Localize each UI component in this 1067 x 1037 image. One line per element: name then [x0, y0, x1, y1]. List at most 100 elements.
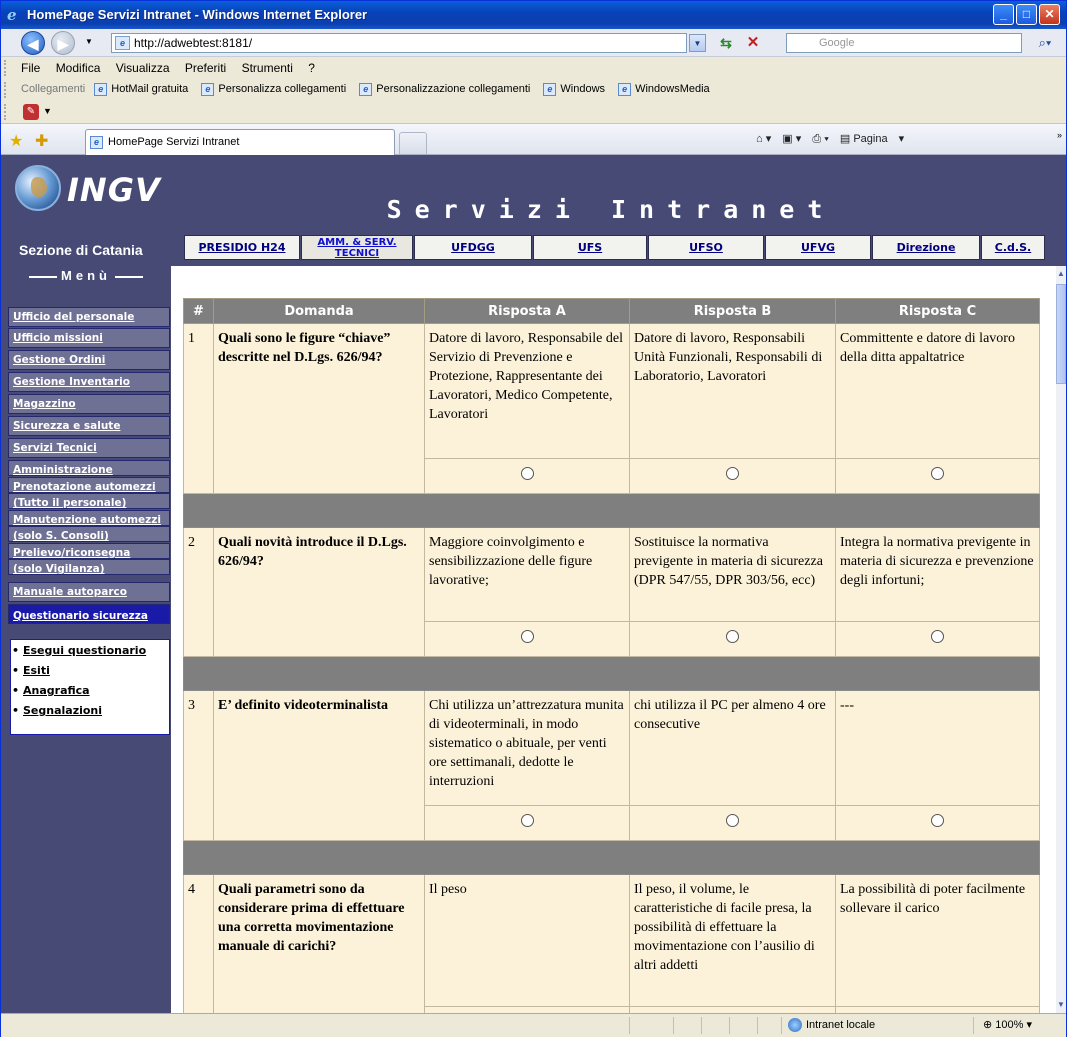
nav-amm-serv[interactable]: AMM. & SERV. TECNICI	[301, 235, 413, 260]
submenu-anagrafica[interactable]: Anagrafica	[12, 684, 90, 697]
radio-a[interactable]	[520, 813, 534, 827]
sidebar-item-missioni[interactable]: Ufficio missioni	[8, 328, 170, 348]
addon-icon[interactable]: ✎	[23, 104, 39, 120]
browser-window: e HomePage Servizi Intranet - Windows In…	[0, 0, 1067, 1037]
radio-cell-a[interactable]	[424, 805, 630, 841]
chevron-more-icon[interactable]: »	[1057, 130, 1062, 140]
nav-cds[interactable]: C.d.S.	[981, 235, 1045, 260]
menu-strumenti[interactable]: Strumenti	[242, 61, 293, 75]
radio-c[interactable]	[931, 466, 944, 480]
title-bar[interactable]: e HomePage Servizi Intranet - Windows In…	[1, 1, 1066, 29]
sidebar-item-prenotazione[interactable]: Prenotazione automezzi	[8, 477, 170, 493]
security-zone[interactable]: Intranet locale	[788, 1018, 875, 1032]
menu-preferiti[interactable]: Preferiti	[185, 61, 226, 75]
print-icon[interactable]: ⎙ ▾	[812, 133, 828, 145]
radio-c[interactable]	[931, 813, 944, 827]
sidebar-item-amministrazione[interactable]: Amministrazione	[8, 460, 170, 476]
link-windows[interactable]: e Windows	[543, 83, 605, 96]
answer-a: Il peso	[424, 874, 630, 1007]
links-bar: Collegamenti e HotMail gratuita e Personal…	[1, 79, 1066, 101]
maximize-button[interactable]: □	[1016, 4, 1037, 25]
address-input[interactable]: e http://adwebtest:8181/	[111, 33, 687, 53]
link-personalizza[interactable]: e Personalizza collegamenti	[201, 83, 346, 96]
question-row: 3 E’ definito videoterminalista Chi util…	[183, 690, 1040, 841]
feeds-icon[interactable]: ▣ ▾	[782, 133, 801, 145]
addon-dropdown-icon[interactable]: ▼	[43, 106, 52, 116]
history-dropdown-icon[interactable]: ▼	[85, 37, 93, 46]
ie-page-icon: e	[201, 83, 215, 96]
close-button[interactable]: ✕	[1039, 4, 1060, 25]
sidebar-item-manutenzione-note[interactable]: (solo S. Consoli)	[8, 526, 170, 542]
radio-a[interactable]	[520, 466, 534, 480]
toolbar-grip[interactable]	[4, 82, 7, 98]
zoom-level[interactable]: ⊕ 100% ▾	[983, 1018, 1032, 1031]
refresh-icon[interactable]: ⇆	[714, 33, 738, 53]
answer-b: Il peso, il volume, le caratteristiche d…	[629, 874, 836, 1007]
nav-direzione[interactable]: Direzione	[872, 235, 980, 260]
link-personalizzazione[interactable]: e Personalizzazione collegamenti	[359, 83, 530, 96]
menu-modifica[interactable]: Modifica	[56, 61, 101, 75]
vertical-scrollbar[interactable]: ▲ ▼	[1056, 266, 1066, 1013]
sidebar-item-questionario[interactable]: Questionario sicurezza	[8, 604, 170, 624]
menu-bar: File Modifica Visualizza Preferiti Strum…	[1, 57, 1066, 79]
scroll-thumb[interactable]	[1056, 284, 1066, 384]
answer-b: Sostituisce la normativa previgente in m…	[629, 527, 836, 622]
scroll-down-icon[interactable]: ▼	[1056, 997, 1066, 1013]
sidebar-item-servizi-tecnici[interactable]: Servizi Tecnici	[8, 438, 170, 458]
sidebar-item-prelievo-note[interactable]: (solo Vigilanza)	[8, 559, 170, 575]
nav-ufs[interactable]: UFS	[533, 235, 647, 260]
sidebar-item-autoparco[interactable]: Manuale autoparco	[8, 582, 170, 602]
add-favorite-icon[interactable]: ✚	[35, 131, 48, 151]
sidebar-item-inventario[interactable]: Gestione Inventario	[8, 372, 170, 392]
question-number: 4	[183, 874, 214, 1013]
link-windowsmedia[interactable]: e WindowsMedia	[618, 83, 710, 96]
nav-presidio[interactable]: PRESIDIO H24	[184, 235, 300, 260]
radio-cell-b[interactable]	[629, 458, 836, 494]
new-tab-button[interactable]	[399, 132, 427, 154]
submenu-segnalazioni[interactable]: Segnalazioni	[12, 704, 102, 717]
radio-c[interactable]	[931, 629, 944, 643]
forward-button[interactable]: ▶	[51, 31, 75, 55]
menu-help[interactable]: ?	[308, 61, 315, 75]
sidebar-item-personale[interactable]: Ufficio del personale	[8, 307, 170, 327]
search-icon[interactable]: ⌕▾	[1032, 33, 1058, 53]
radio-cell-c[interactable]	[835, 805, 1040, 841]
submenu-esiti[interactable]: Esiti	[12, 664, 50, 677]
page-menu[interactable]: ▤ Pagina ▾	[840, 133, 904, 145]
nav-ufso[interactable]: UFSO	[648, 235, 764, 260]
scroll-up-icon[interactable]: ▲	[1056, 266, 1066, 282]
tab-homepage[interactable]: e HomePage Servizi Intranet	[85, 129, 395, 155]
menu-visualizza[interactable]: Visualizza	[116, 61, 170, 75]
nav-ufvg[interactable]: UFVG	[765, 235, 871, 260]
home-icon[interactable]: ⌂ ▾	[756, 133, 771, 145]
radio-cell-b[interactable]	[629, 621, 836, 657]
sidebar-item-manutenzione[interactable]: Manutenzione automezzi	[8, 510, 170, 526]
toolbar-grip[interactable]	[4, 60, 7, 76]
sidebar-item-prenotazione-note[interactable]: (Tutto il personale)	[8, 493, 170, 509]
radio-b[interactable]	[726, 466, 739, 480]
sidebar-item-sicurezza[interactable]: Sicurezza e salute	[8, 416, 170, 436]
minimize-button[interactable]: _	[993, 4, 1014, 25]
search-input[interactable]: Google	[786, 33, 1022, 53]
radio-b[interactable]	[726, 629, 739, 643]
submenu-esegui[interactable]: Esegui questionario	[12, 644, 146, 657]
link-hotmail[interactable]: e HotMail gratuita	[94, 83, 188, 96]
radio-b[interactable]	[726, 813, 739, 827]
radio-cell-c[interactable]	[835, 458, 1040, 494]
back-button[interactable]: ◀	[21, 31, 45, 55]
radio-cell-a[interactable]	[424, 621, 630, 657]
favorites-star-icon[interactable]: ★	[9, 131, 23, 151]
radio-cell-b[interactable]	[629, 805, 836, 841]
sidebar-item-ordini[interactable]: Gestione Ordini	[8, 350, 170, 370]
stop-icon[interactable]: ✕	[741, 33, 765, 53]
toolbar-grip[interactable]	[4, 104, 7, 120]
radio-cell-c[interactable]	[835, 621, 1040, 657]
address-dropdown-icon[interactable]: ▼	[689, 34, 706, 52]
sidebar-item-magazzino[interactable]: Magazzino	[8, 394, 170, 414]
extra-toolbar: ✎ ▼	[1, 101, 1066, 123]
menu-file[interactable]: File	[21, 61, 40, 75]
nav-ufdgg[interactable]: UFDGG	[414, 235, 532, 260]
radio-cell-a[interactable]	[424, 458, 630, 494]
sidebar-item-prelievo[interactable]: Prelievo/riconsegna	[8, 543, 170, 559]
radio-a[interactable]	[520, 629, 534, 643]
